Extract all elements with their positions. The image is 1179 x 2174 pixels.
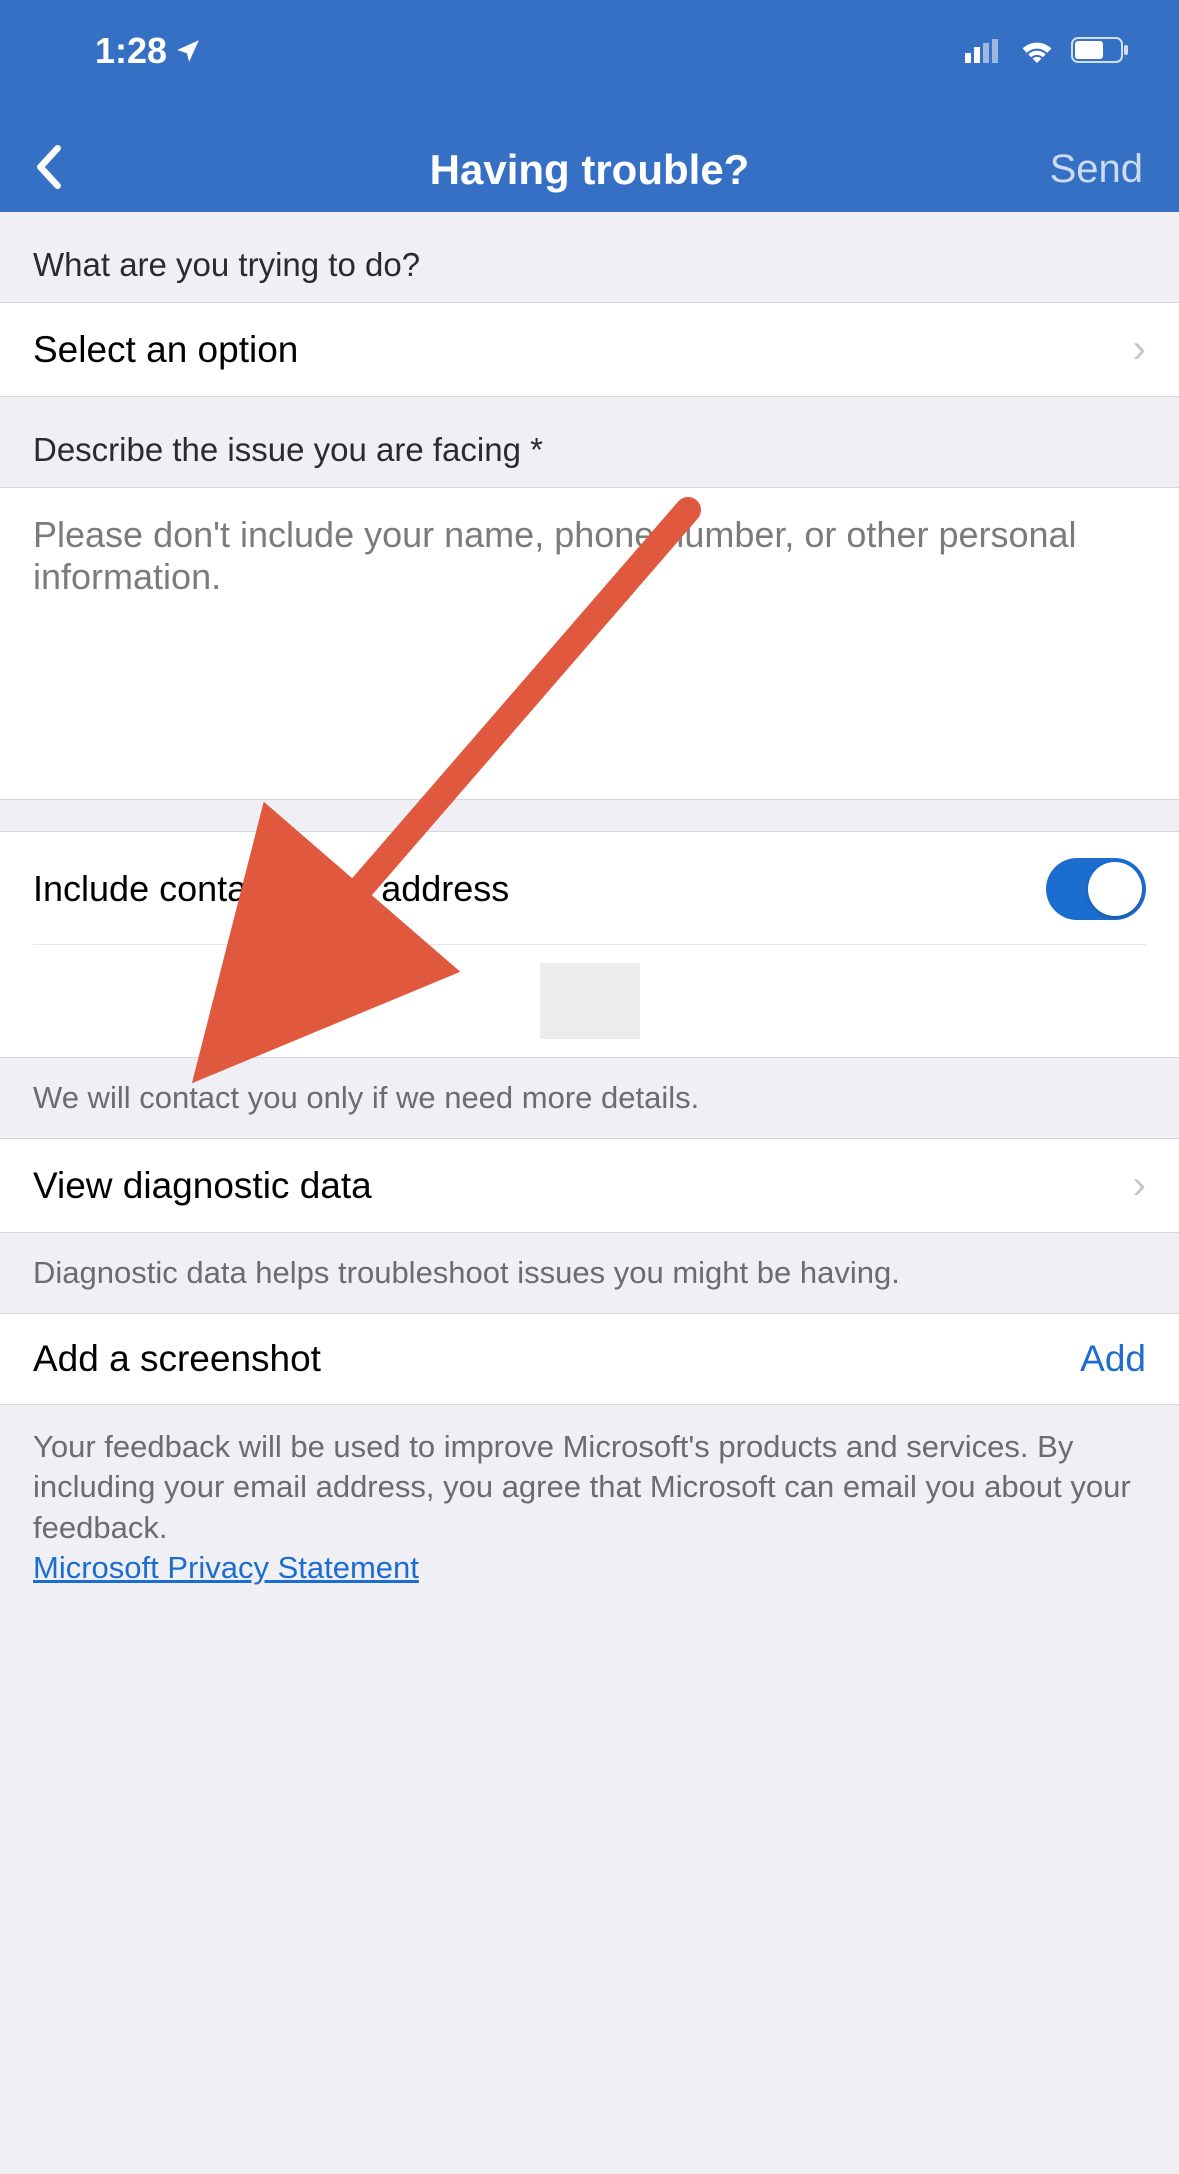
cellular-icon xyxy=(965,30,1003,72)
issue-type-selector[interactable]: Select an option › xyxy=(0,303,1179,397)
privacy-link[interactable]: Microsoft Privacy Statement xyxy=(33,1550,419,1585)
chevron-right-icon: › xyxy=(1133,327,1146,372)
disclaimer: Your feedback will be used to improve Mi… xyxy=(0,1405,1179,1610)
issue-type-label: What are you trying to do? xyxy=(0,212,1179,303)
send-button[interactable]: Send xyxy=(1050,147,1143,192)
disclaimer-text: Your feedback will be used to improve Mi… xyxy=(33,1429,1131,1545)
nav-bar: Having trouble? Send xyxy=(0,145,1179,194)
email-note: We will contact you only if we need more… xyxy=(0,1058,1179,1139)
add-screenshot-button[interactable]: Add xyxy=(1080,1338,1146,1380)
view-diagnostic-button[interactable]: View diagnostic data › xyxy=(0,1139,1179,1233)
wifi-icon xyxy=(1019,30,1055,72)
add-screenshot-row: Add a screenshot Add xyxy=(0,1314,1179,1405)
email-value-redacted xyxy=(540,963,640,1039)
location-icon xyxy=(175,30,201,72)
header: 1:28 Having trouble? Send xyxy=(0,0,1179,212)
content: What are you trying to do? Select an opt… xyxy=(0,212,1179,1610)
chevron-right-icon: › xyxy=(1133,1163,1146,1208)
describe-label: Describe the issue you are facing * xyxy=(0,397,1179,488)
back-button[interactable] xyxy=(36,145,62,194)
add-screenshot-label: Add a screenshot xyxy=(33,1338,321,1380)
status-bar: 1:28 xyxy=(0,0,1179,72)
status-time: 1:28 xyxy=(95,30,167,72)
battery-icon xyxy=(1071,30,1129,72)
include-email-label: Include contact email address xyxy=(33,868,509,910)
spacer xyxy=(0,800,1179,832)
page-title: Having trouble? xyxy=(0,146,1179,194)
describe-input[interactable]: Please don't include your name, phone nu… xyxy=(0,488,1179,800)
email-section: Include contact email address xyxy=(0,832,1179,1058)
view-diagnostic-label: View diagnostic data xyxy=(33,1165,372,1207)
include-email-toggle[interactable] xyxy=(1046,858,1146,920)
issue-type-value: Select an option xyxy=(33,329,298,371)
diagnostic-note: Diagnostic data helps troubleshoot issue… xyxy=(0,1233,1179,1314)
